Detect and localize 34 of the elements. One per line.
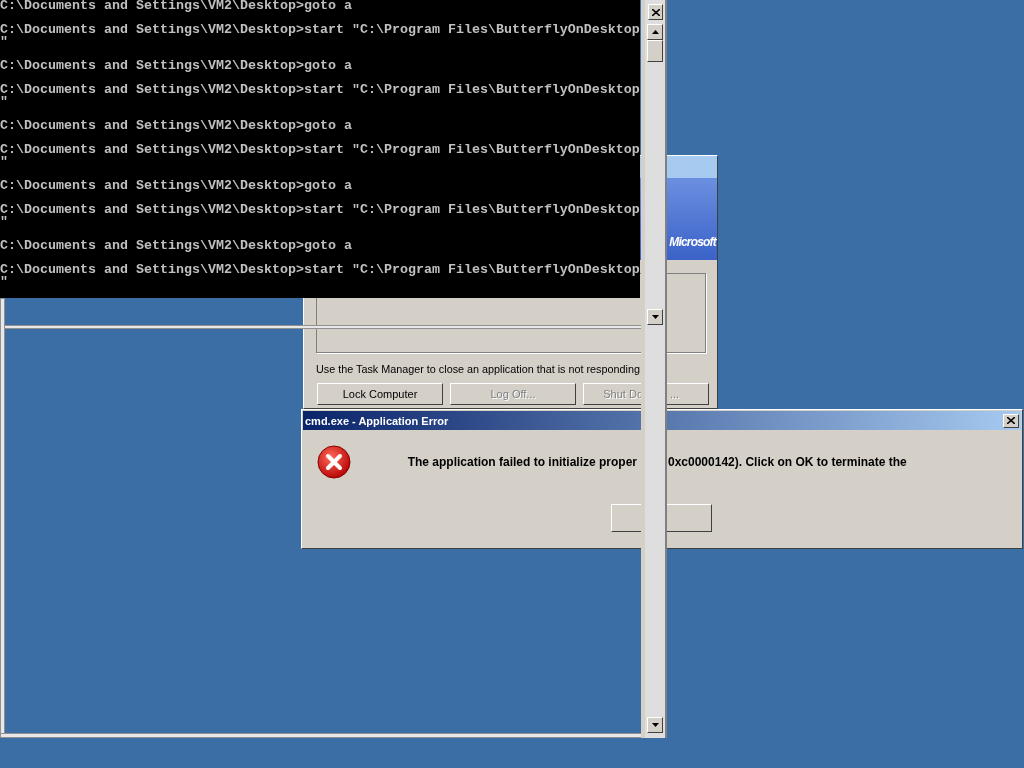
console-line: " [0,96,8,108]
console-line: C:\Documents and Settings\VM2\Desktop>goto a [0,120,352,132]
console-line: C:\Documents and Settings\VM2\Desktop>start "C:\Program Files\ButterflyOnDesktop [0,24,640,36]
scroll-down-button[interactable] [647,309,663,325]
close-button[interactable] [1003,413,1019,428]
console-line: " [0,36,8,48]
dialog-button[interactable]: Lock Computer [317,383,443,405]
console-line: C:\Documents and Settings\VM2\Desktop>goto a [0,180,352,192]
console-line: C:\Documents and Settings\VM2\Desktop>goto a [0,240,352,252]
error-message: 0xc0000142). Click on OK to terminate the [668,455,907,469]
down-arrow-icon [651,315,659,319]
scroll-down-button[interactable] [647,717,663,733]
close-icon [651,8,660,16]
scroll-up-button[interactable] [647,24,663,40]
up-arrow-icon [651,30,659,34]
window-title: cmd.exe - Application Error [305,414,449,427]
scroll-thumb[interactable] [647,40,663,62]
console-line: C:\Documents and Settings\VM2\Desktop>start "C:\Program Files\ButterflyOnDesktop [0,264,640,276]
error-message: The application failed to initialize proper [407,455,637,469]
close-button[interactable] [648,4,663,20]
console-line: " [0,216,8,228]
console-line: " [0,156,8,168]
console-line: C:\Documents and Settings\VM2\Desktop>goto a [0,0,352,12]
console-line: C:\Documents and Settings\VM2\Desktop>start "C:\Program Files\ButterflyOnDesktop [0,144,640,156]
error-icon [317,445,351,479]
close-icon [1007,417,1015,424]
console-line: C:\Documents and Settings\VM2\Desktop>start "C:\Program Files\ButterflyOnDesktop [0,204,640,216]
logo-text: Microsoft [669,235,716,249]
console-line: C:\Documents and Settings\VM2\Desktop>start "C:\Program Files\ButterflyOnDesktop [0,84,640,96]
scrollbar[interactable] [641,0,667,738]
down-arrow-icon [651,723,659,727]
console-line: " [0,276,8,288]
hint-text: Use the Task Manager to close an application that is not responding. [316,363,643,375]
console-line: C:\Documents and Settings\VM2\Desktop>goto a [0,60,352,72]
